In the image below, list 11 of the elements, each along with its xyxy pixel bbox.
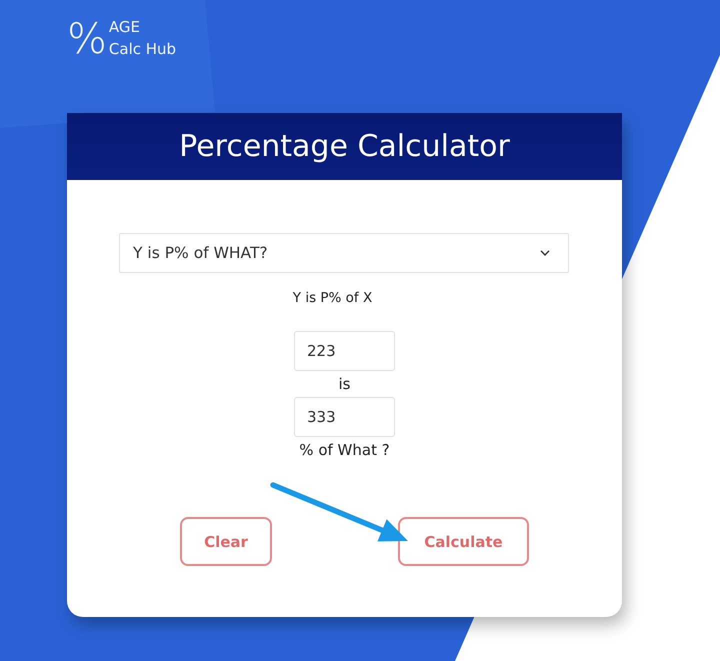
number-input[interactable]: 333 <box>294 397 395 437</box>
logo-symbol: % <box>67 15 105 63</box>
form-label: % of What ? <box>299 440 390 461</box>
number-input[interactable]: 223 <box>294 331 395 371</box>
chevron-down-icon <box>540 250 550 256</box>
mode-select[interactable]: Y is P% of WHAT? <box>119 233 569 273</box>
logo-text: Calc Hub <box>108 40 176 59</box>
formula-text: Y is P% of X <box>292 290 372 307</box>
logo-text: AGE <box>108 18 142 37</box>
card-title: Percentage Calculator <box>179 128 510 166</box>
form-label: is <box>338 374 350 395</box>
